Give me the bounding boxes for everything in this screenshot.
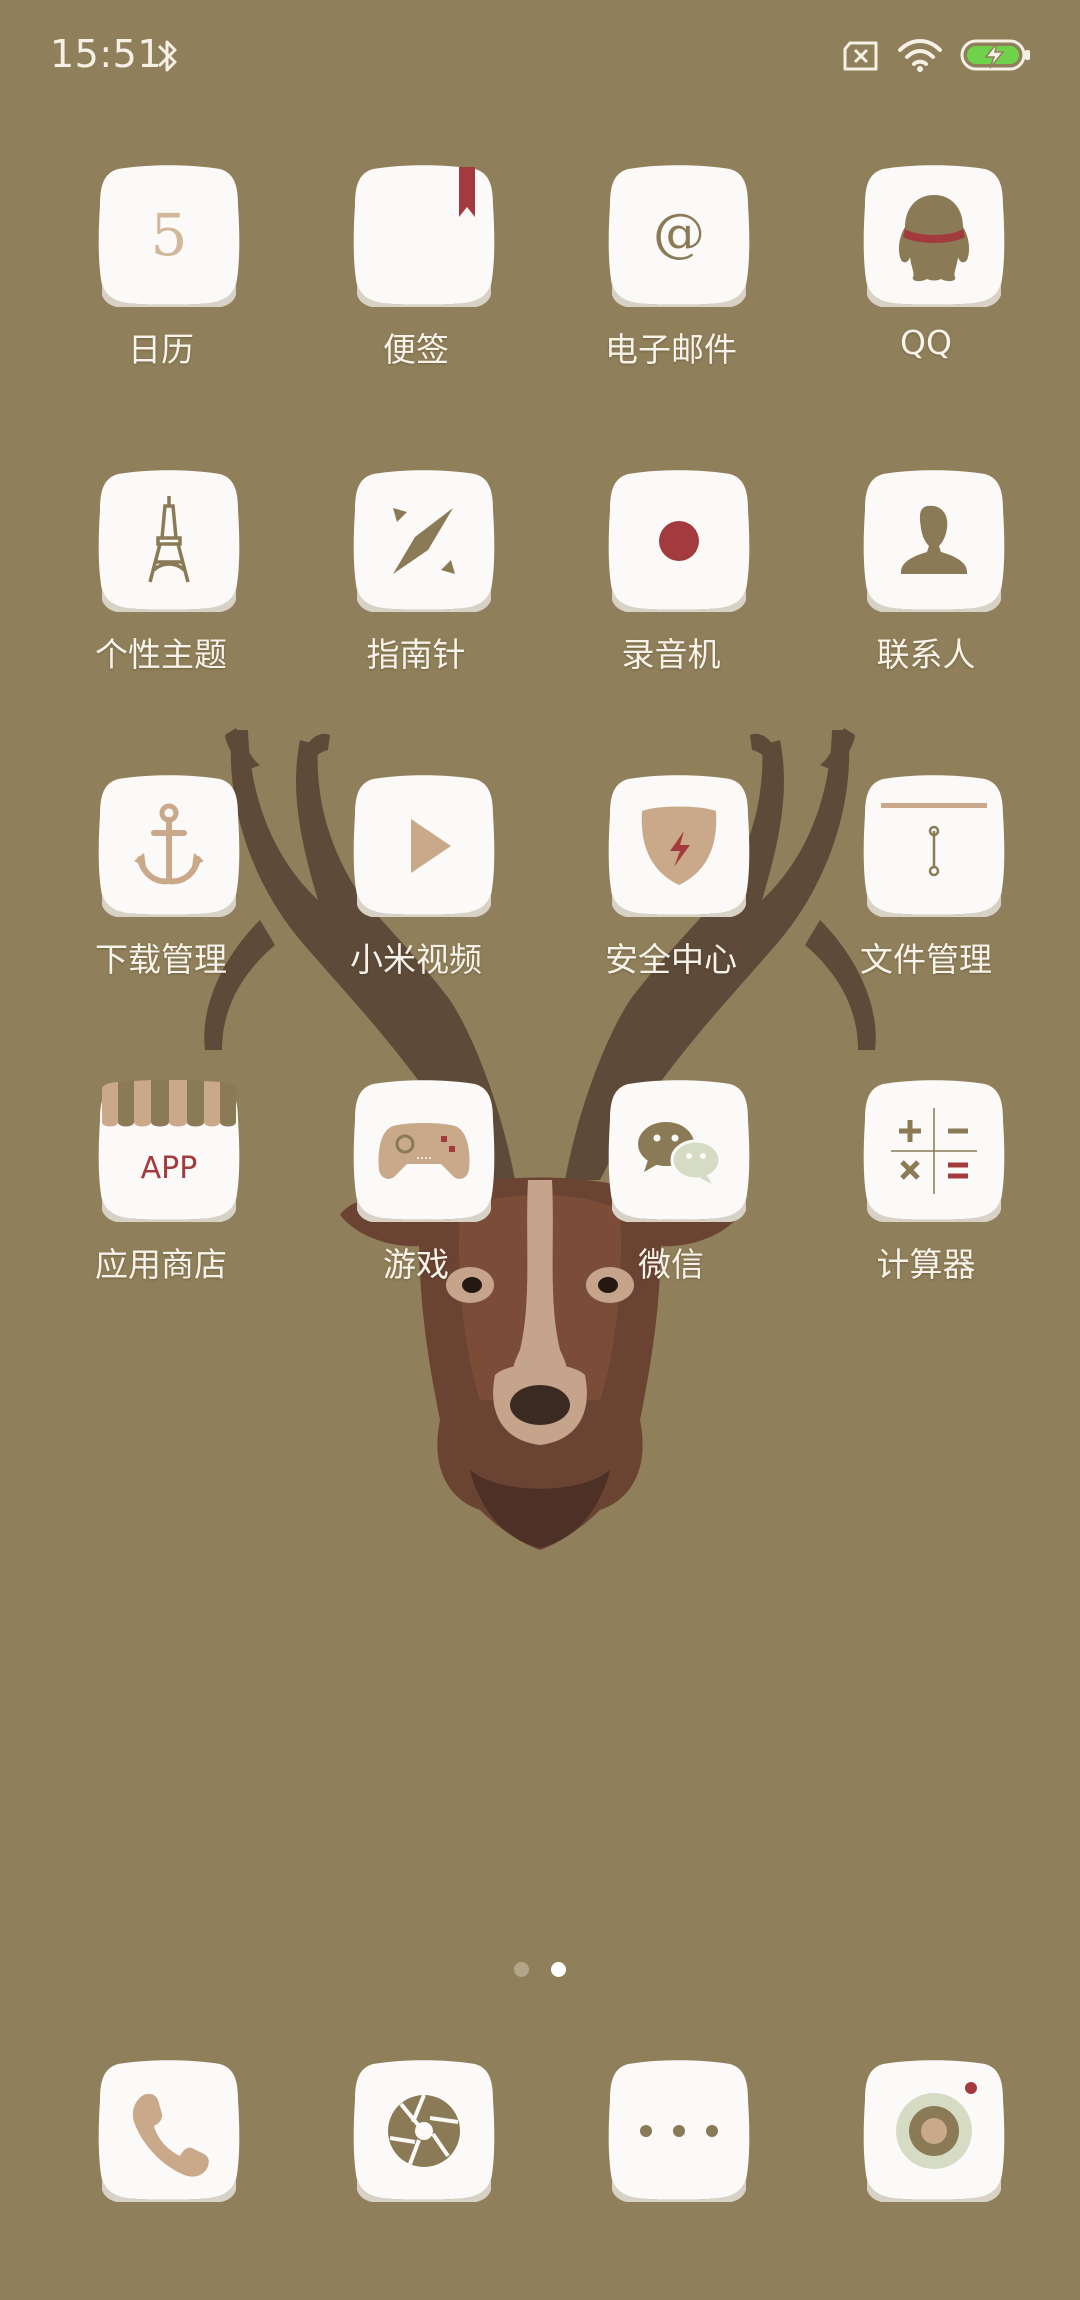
app-label-security-center: 安全中心	[605, 940, 737, 979]
email-icon: @	[608, 165, 750, 307]
phone-icon	[98, 2060, 240, 2202]
app-mi-video[interactable]: 小米视频	[301, 775, 531, 1015]
contacts-person-icon	[863, 470, 1005, 612]
calculator-icon	[863, 1080, 1005, 1222]
file-manager-icon	[863, 775, 1005, 917]
shield-security-icon	[608, 775, 750, 917]
compass-icon	[353, 470, 495, 612]
dock-camera[interactable]	[811, 2060, 1041, 2300]
camera-lens-icon	[863, 2060, 1005, 2202]
gamepad-icon	[353, 1080, 495, 1222]
email-at-symbol: @	[653, 204, 705, 264]
app-label-recorder: 录音机	[621, 635, 721, 674]
page-dot-1[interactable]	[514, 1962, 529, 1977]
wechat-bubbles-icon	[608, 1080, 750, 1222]
app-label-compass: 指南针	[366, 635, 466, 674]
app-notes[interactable]: 便签	[301, 165, 531, 405]
app-store[interactable]: APP 应用商店	[46, 1080, 276, 1320]
app-store-awning-icon: APP	[98, 1080, 240, 1222]
app-calculator[interactable]: 计算器	[811, 1080, 1041, 1320]
app-label-app-store: 应用商店	[95, 1245, 227, 1284]
anchor-download-icon	[98, 775, 240, 917]
app-store-text: APP	[141, 1151, 198, 1186]
app-recorder[interactable]: 录音机	[556, 470, 786, 710]
calendar-date-number: 5	[151, 201, 188, 269]
recorder-icon	[608, 470, 750, 612]
app-qq[interactable]: QQ	[811, 165, 1041, 405]
app-label-calculator: 计算器	[876, 1245, 976, 1284]
play-video-icon	[353, 775, 495, 917]
calendar-icon: 5	[98, 165, 240, 307]
eiffel-tower-themes-icon	[98, 470, 240, 612]
app-contacts[interactable]: 联系人	[811, 470, 1041, 710]
app-label-games: 游戏	[383, 1245, 449, 1284]
app-downloads[interactable]: 下载管理	[46, 775, 276, 1015]
app-compass[interactable]: 指南针	[301, 470, 531, 710]
app-label-wechat: 微信	[638, 1245, 704, 1284]
app-label-qq: QQ	[900, 323, 952, 362]
app-wechat[interactable]: 微信	[556, 1080, 786, 1320]
notes-icon	[353, 165, 495, 307]
app-label-notes: 便签	[383, 330, 449, 369]
home-app-grid: 5 日历 便签 @ 电子邮件 QQ 个性主题 指南针 录音机 联系人 下载管理 …	[0, 0, 1080, 1400]
dock-phone[interactable]	[46, 2060, 276, 2300]
app-security-center[interactable]: 安全中心	[556, 775, 786, 1015]
app-label-contacts: 联系人	[876, 635, 976, 674]
app-label-themes: 个性主题	[95, 635, 227, 674]
dock	[0, 2060, 1080, 2220]
app-themes[interactable]: 个性主题	[46, 470, 276, 710]
app-label-file-manager: 文件管理	[860, 940, 992, 979]
app-label-calendar: 日历	[128, 330, 194, 369]
more-dots-icon	[608, 2060, 750, 2202]
camera-aperture-icon	[353, 2060, 495, 2202]
app-games[interactable]: 游戏	[301, 1080, 531, 1320]
app-calendar[interactable]: 5 日历	[46, 165, 276, 405]
app-file-manager[interactable]: 文件管理	[811, 775, 1041, 1015]
qq-penguin-icon	[863, 165, 1005, 307]
page-dot-2-active[interactable]	[551, 1962, 566, 1977]
app-label-email: 电子邮件	[605, 330, 737, 369]
dock-camera-aperture[interactable]	[301, 2060, 531, 2300]
page-indicator	[0, 1962, 1080, 1982]
app-label-downloads: 下载管理	[95, 940, 227, 979]
dock-more[interactable]	[556, 2060, 786, 2300]
app-email[interactable]: @ 电子邮件	[556, 165, 786, 405]
app-label-mi-video: 小米视频	[350, 940, 482, 979]
